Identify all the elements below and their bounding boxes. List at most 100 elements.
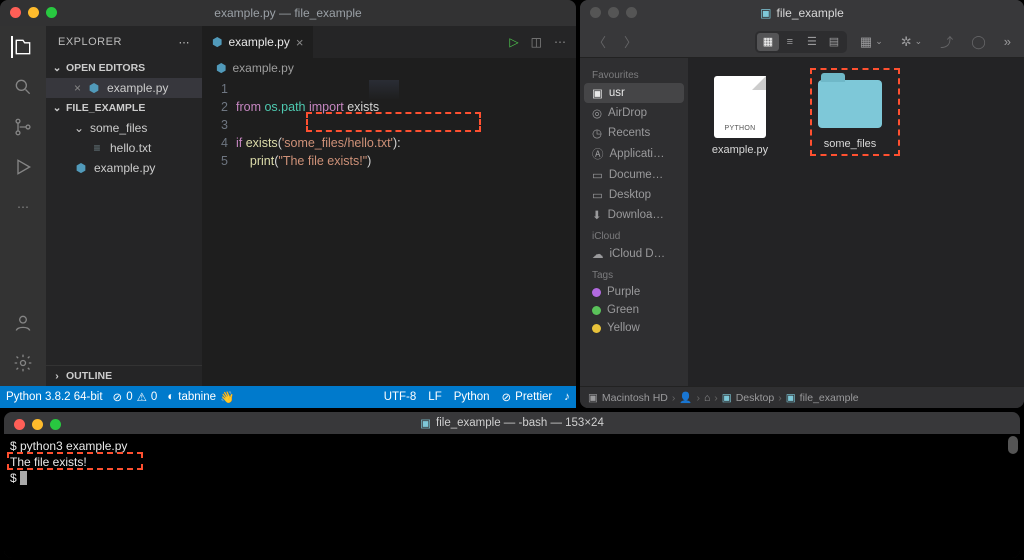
status-language[interactable]: Python [454,391,490,403]
tree-file-txt[interactable]: ≡ hello.txt [46,138,202,158]
tag-dot-icon [592,288,601,297]
status-eol[interactable]: LF [428,391,441,403]
window-controls [10,7,57,18]
tag-green[interactable]: Green [584,301,684,319]
list-view-button[interactable]: ≡ [779,33,801,51]
action-gear-button[interactable]: ✲ ⌄ [896,31,927,53]
window-controls [14,419,61,430]
clock-icon: ◷ [592,126,602,140]
sidebar-item-airdrop[interactable]: ◎AirDrop [584,103,684,123]
editor-actions: ▷ ◫ ⋯ [499,26,576,58]
chevron-down-icon: ⌄ [52,62,62,74]
tag-button[interactable]: ◯ [966,31,991,53]
search-icon[interactable] [12,76,34,98]
window-title: example.py — file_example [214,6,361,20]
close-window-button[interactable] [10,7,21,18]
more-icon[interactable]: ⋯ [12,196,34,218]
explorer-header: EXPLORER ⋯ [46,26,202,58]
sidebar-item-recents[interactable]: ◷Recents [584,123,684,143]
python-file-icon: ⬢ [87,81,101,95]
icon-view-button[interactable]: ▦ [757,33,779,51]
group-button[interactable]: ▦ ⌄ [855,31,888,53]
folder-icon: ▣ [760,6,771,20]
vscode-titlebar: example.py — file_example [0,0,576,26]
minimize-window-button[interactable] [608,7,619,18]
file-item-some-files[interactable]: some_files [810,76,890,150]
open-editors-section[interactable]: ⌄ OPEN EDITORS [46,58,202,78]
user-icon: 👤 [679,391,692,404]
outline-section[interactable]: › OUTLINE [46,365,202,386]
column-view-button[interactable]: ☰ [801,33,823,51]
open-editor-item[interactable]: × ⬢ example.py [46,78,202,98]
source-control-icon[interactable] [12,116,34,138]
close-icon[interactable]: × [74,81,81,95]
account-icon[interactable] [12,312,34,334]
file-item-example-py[interactable]: example.py [700,76,780,156]
apps-icon: Ⓐ [592,146,604,162]
chevron-right-icon: › [52,370,62,382]
status-prettier[interactable]: ⊘Prettier [502,390,553,404]
disk-icon: ▣ [588,392,598,404]
folder-icon: ▣ [722,392,732,404]
tag-dot-icon [592,306,601,315]
finder-toolbar: 〈 〉 ▦ ≡ ☰ ▤ ▦ ⌄ ✲ ⌄ ⤴ ◯ » [580,26,1024,58]
run-debug-icon[interactable] [12,156,34,178]
terminal-window: ▣ file_example — -bash — 153×24 $ python… [4,412,1020,558]
sidebar-item-desktop[interactable]: ▭Desktop [584,185,684,205]
breadcrumb[interactable]: ⬢ example.py [202,58,576,78]
status-python[interactable]: Python 3.8.2 64-bit [6,391,103,403]
maximize-window-button[interactable] [626,7,637,18]
gallery-view-button[interactable]: ▤ [823,33,845,51]
editor-tabs: ⬢ example.py × ▷ ◫ ⋯ [202,26,576,58]
status-encoding[interactable]: UTF-8 [384,391,417,403]
cloud-icon: ☁ [592,247,604,261]
terminal-content[interactable]: $ python3 example.py The file exists! $ … [4,434,1020,558]
more-button[interactable]: » [999,31,1016,52]
folder-icon [818,80,882,128]
more-icon[interactable]: ⋯ [179,36,191,49]
back-button[interactable]: 〈 [588,29,611,54]
sidebar-item-usr[interactable]: ▣usr [584,83,684,103]
status-notifications-icon[interactable]: ♪ [564,391,570,403]
share-button[interactable]: ⤴ [935,29,958,54]
finder-window: ▣ file_example 〈 〉 ▦ ≡ ☰ ▤ ▦ ⌄ ✲ ⌄ ⤴ ◯ »… [580,0,1024,408]
close-tab-icon[interactable]: × [296,35,304,50]
explorer-icon[interactable] [11,36,33,58]
code-editor[interactable]: 1 2 3 4 5 from os.path import exists if … [202,78,576,386]
code-content[interactable]: from os.path import exists if exists('so… [236,78,401,386]
icloud-header: iCloud [584,225,684,244]
more-icon[interactable]: ⋯ [554,35,566,49]
folder-icon: ▣ [786,392,796,404]
close-window-button[interactable] [590,7,601,18]
maximize-window-button[interactable] [50,419,61,430]
tree-folder[interactable]: ⌄ some_files [46,118,202,138]
window-controls [590,7,637,18]
status-problems[interactable]: ⊘0 ⚠0 [113,390,158,404]
sidebar-item-applications[interactable]: ⒶApplicati… [584,143,684,165]
sidebar-item-documents[interactable]: ▭Docume… [584,165,684,185]
forward-button[interactable]: 〉 [619,29,642,54]
split-editor-icon[interactable]: ◫ [531,35,542,49]
tag-yellow[interactable]: Yellow [584,319,684,337]
status-tabnine[interactable]: ◐tabnine👋 [167,390,234,404]
folder-section[interactable]: ⌄ FILE_EXAMPLE [46,98,202,118]
path-bar[interactable]: ▣Macintosh HD › 👤 › ⌂ › ▣Desktop › ▣file… [580,386,1024,408]
settings-gear-icon[interactable] [12,352,34,374]
finder-sidebar: Favourites ▣usr ◎AirDrop ◷Recents ⒶAppli… [580,58,688,386]
tree-file-py[interactable]: ⬢ example.py [46,158,202,178]
tab-example-py[interactable]: ⬢ example.py × [202,26,314,58]
finder-content[interactable]: example.py some_files [688,58,1024,386]
minimize-window-button[interactable] [32,419,43,430]
sidebar-item-downloads[interactable]: ⬇Downloa… [584,205,684,225]
sidebar-item-icloud[interactable]: ☁iCloud D… [584,244,684,264]
minimize-window-button[interactable] [28,7,39,18]
maximize-window-button[interactable] [46,7,57,18]
desktop-icon: ▭ [592,188,603,202]
minimap[interactable] [369,80,399,100]
run-icon[interactable]: ▷ [509,35,518,49]
tabnine-icon: ◐ [167,391,174,403]
tag-purple[interactable]: Purple [584,283,684,301]
close-window-button[interactable] [14,419,25,430]
scrollbar[interactable] [1008,436,1018,454]
vscode-window: example.py — file_example ⋯ [0,0,576,408]
